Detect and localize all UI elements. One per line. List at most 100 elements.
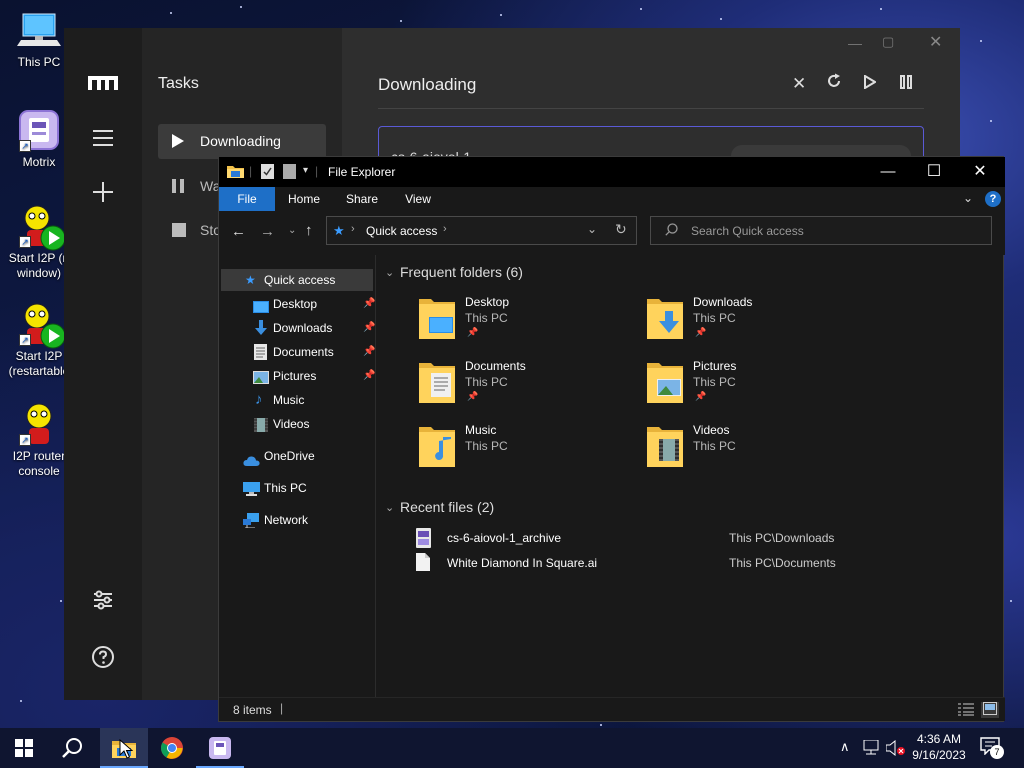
pause-all-icon[interactable]: [900, 75, 912, 92]
expand-ribbon-icon[interactable]: ⌄: [963, 191, 973, 205]
quick-access-star-icon: ★: [245, 273, 256, 287]
start-button[interactable]: [0, 728, 48, 768]
nav-pictures[interactable]: Pictures 📌: [221, 365, 375, 387]
maximize-button[interactable]: ☐: [911, 157, 957, 187]
frequent-folder-tile[interactable]: Music This PC: [417, 419, 637, 479]
motrix-logo-icon: [88, 72, 118, 94]
address-bar[interactable]: ★ › Quick access › ⌄ ↻: [326, 216, 637, 245]
frequent-folder-tile[interactable]: Videos This PC: [645, 419, 865, 479]
delete-task-icon[interactable]: ✕: [792, 74, 806, 94]
address-bar-row: ← → ⌄ ↑ ★ › Quick access › ⌄ ↻ Search Qu…: [219, 211, 1005, 255]
recent-locations-icon[interactable]: ⌄: [288, 225, 296, 236]
properties-icon[interactable]: [261, 164, 274, 182]
nav-item-waiting[interactable]: Wa: [158, 168, 220, 203]
navigation-pane: ★ Quick access Desktop 📌 Downloads 📌 Doc…: [219, 255, 376, 697]
tab-view[interactable]: View: [393, 187, 443, 211]
minimize-icon[interactable]: —: [848, 35, 862, 51]
menu-icon[interactable]: [88, 125, 118, 155]
nav-item-downloading[interactable]: Downloading: [158, 124, 326, 159]
divider: [378, 108, 924, 109]
tab-file[interactable]: File: [219, 187, 275, 211]
collapse-chevron-icon[interactable]: ⌄: [385, 266, 394, 279]
minimize-button[interactable]: —: [865, 157, 911, 187]
nav-onedrive[interactable]: OneDrive: [221, 445, 373, 467]
maximize-icon[interactable]: ▢: [882, 34, 894, 50]
star: [1010, 600, 1012, 602]
clock[interactable]: 4:36 AM 9/16/2023: [904, 731, 974, 763]
search-box[interactable]: Search Quick access: [650, 216, 992, 245]
folder-location: This PC: [465, 311, 508, 325]
notification-badge: 7: [990, 745, 1004, 759]
nav-desktop[interactable]: Desktop 📌: [221, 293, 375, 315]
play-icon: [172, 134, 184, 151]
nav-network[interactable]: Network: [221, 509, 373, 531]
recent-files-header[interactable]: Recent files (2): [400, 499, 494, 515]
taskbar-motrix[interactable]: [196, 728, 244, 768]
help-icon[interactable]: ?: [985, 191, 1001, 207]
add-task-icon[interactable]: [88, 181, 118, 211]
up-icon[interactable]: ↑: [305, 222, 313, 239]
resume-all-icon[interactable]: [864, 74, 877, 92]
frequent-folder-tile[interactable]: Downloads This PC 📌: [645, 291, 865, 351]
recent-file-row[interactable]: cs-6-aiovol-1_archive This PC\Downloads: [409, 527, 999, 549]
tab-share[interactable]: Share: [337, 187, 387, 211]
refresh-icon[interactable]: ↻: [615, 221, 627, 238]
music-icon: ♪: [255, 391, 263, 408]
forward-icon[interactable]: →: [260, 223, 275, 240]
chevron-down-icon[interactable]: ⌄: [587, 222, 597, 236]
motrix-app-icon: ↗: [17, 108, 61, 152]
main-title: Downloading: [378, 75, 477, 94]
network-tray-icon[interactable]: [862, 739, 880, 759]
this-pc-icon: [17, 8, 61, 52]
content-pane: ⌄ Frequent folders (6) Desktop This PC 📌 Do…: [377, 255, 1003, 697]
help-icon[interactable]: [88, 645, 118, 675]
stop-icon: [172, 223, 186, 240]
new-folder-icon[interactable]: [283, 164, 296, 182]
nav-documents[interactable]: Documents 📌: [221, 341, 375, 363]
nav-label: This PC: [264, 481, 307, 495]
frequent-folders-header[interactable]: Frequent folders (6): [400, 264, 523, 280]
nav-label: Documents: [273, 345, 334, 359]
chevron-right-icon: ›: [351, 223, 355, 235]
large-icons-view-icon[interactable]: [981, 702, 999, 718]
folder-name: Pictures: [693, 359, 737, 373]
tab-home[interactable]: Home: [279, 187, 329, 211]
frequent-folder-tile[interactable]: Desktop This PC 📌: [417, 291, 637, 351]
frequent-folder-tile[interactable]: Pictures This PC 📌: [645, 355, 865, 415]
nav-item-stopped[interactable]: Sto: [158, 212, 221, 247]
onedrive-cloud-icon: [243, 451, 260, 473]
nav-label: Downloads: [273, 321, 333, 335]
desktop-folder-icon: [417, 295, 457, 342]
nav-this-pc[interactable]: This PC: [221, 477, 373, 499]
i2p-icon: ↗: [17, 402, 61, 446]
folder-location: This PC: [693, 439, 736, 453]
nav-downloads[interactable]: Downloads 📌: [221, 317, 375, 339]
close-button[interactable]: ✕: [957, 157, 1003, 187]
customize-quick-access-icon[interactable]: ▾: [303, 165, 308, 176]
volume-muted-icon[interactable]: [885, 739, 906, 759]
nav-label: Pictures: [273, 369, 317, 383]
preferences-icon[interactable]: [88, 589, 118, 619]
details-view-icon[interactable]: [958, 703, 974, 719]
search-icon: [665, 223, 678, 239]
refresh-icon[interactable]: [826, 73, 842, 92]
nav-quick-access[interactable]: ★ Quick access: [221, 269, 373, 291]
frequent-folder-tile[interactable]: Documents This PC 📌: [417, 355, 637, 415]
nav-music[interactable]: ♪ Music: [221, 389, 373, 411]
folder-name: Videos: [693, 423, 730, 437]
star: [600, 724, 602, 726]
search-button[interactable]: [48, 728, 96, 768]
close-icon[interactable]: ✕: [929, 32, 942, 52]
separator: |: [315, 164, 319, 178]
collapse-chevron-icon[interactable]: ⌄: [385, 501, 394, 514]
folder-location: This PC: [693, 311, 736, 325]
chevron-up-icon[interactable]: ∧: [840, 739, 850, 755]
address-text: Quick access: [366, 224, 438, 238]
notification-center-button[interactable]: 7: [980, 737, 1004, 759]
taskbar-chrome[interactable]: [148, 728, 196, 768]
back-icon[interactable]: ←: [231, 223, 246, 240]
videos-folder-icon: [645, 423, 685, 470]
recent-file-row[interactable]: White Diamond In Square.ai This PC\Docum…: [409, 552, 999, 574]
nav-videos[interactable]: Videos: [221, 413, 373, 435]
shortcut-arrow-icon: ↗: [19, 140, 31, 152]
